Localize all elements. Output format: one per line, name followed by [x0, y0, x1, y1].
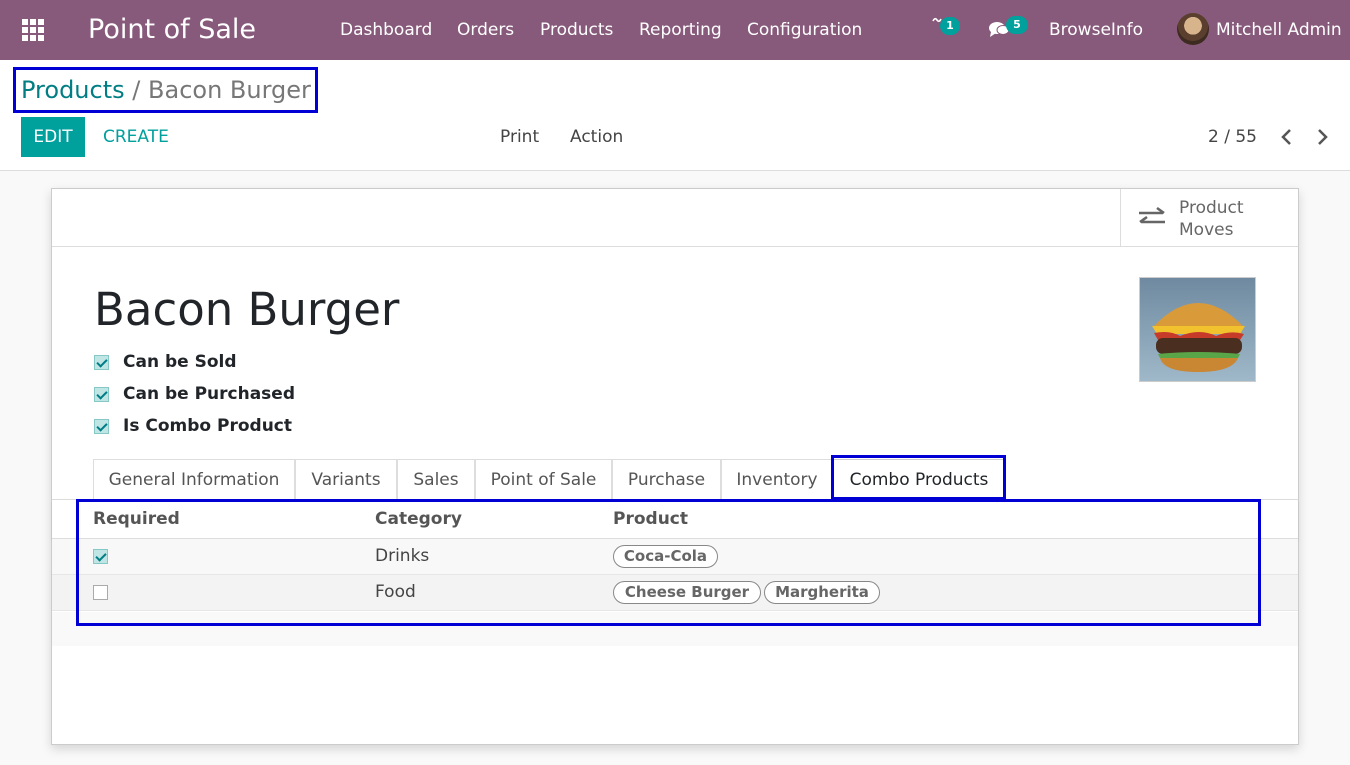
menu-orders[interactable]: Orders — [457, 18, 514, 42]
activity-button[interactable]: 1 — [930, 14, 964, 42]
menu-products[interactable]: Products — [540, 18, 613, 42]
chevron-left-icon[interactable] — [1276, 126, 1298, 148]
menu-dashboard[interactable]: Dashboard — [340, 18, 432, 42]
can-be-purchased-checkbox[interactable] — [94, 387, 109, 402]
is-combo-product-checkbox[interactable] — [94, 419, 109, 434]
product-form-sheet: Product Moves Bacon Burger Can be Sold C… — [51, 188, 1299, 745]
product-moves-line1: Product — [1179, 198, 1244, 218]
breadcrumb-highlight-box — [13, 67, 318, 113]
combo-table-highlight-box — [76, 499, 1261, 626]
create-button[interactable]: CREATE — [103, 117, 169, 157]
chevron-right-icon[interactable] — [1311, 126, 1333, 148]
exchange-icon — [1139, 206, 1165, 224]
tab-variants[interactable]: Variants — [295, 459, 397, 499]
tab-general-information[interactable]: General Information — [93, 459, 295, 499]
button-box: Product Moves — [52, 189, 1298, 247]
action-dropdown[interactable]: Action — [570, 117, 623, 157]
tab-sales[interactable]: Sales — [397, 459, 475, 499]
print-dropdown[interactable]: Print — [500, 117, 539, 157]
can-be-sold-label: Can be Sold — [123, 352, 237, 372]
apps-grid-icon[interactable] — [22, 19, 44, 41]
product-moves-line2: Moves — [1179, 220, 1234, 240]
product-image[interactable] — [1139, 277, 1256, 382]
product-moves-label: Product Moves — [1179, 197, 1244, 241]
menu-reporting[interactable]: Reporting — [639, 18, 722, 42]
user-menu[interactable]: Mitchell Admin — [1216, 18, 1342, 42]
edit-button[interactable]: EDIT — [21, 117, 85, 157]
tab-purchase[interactable]: Purchase — [612, 459, 721, 499]
can-be-purchased-label: Can be Purchased — [123, 384, 296, 404]
tab-point-of-sale[interactable]: Point of Sale — [475, 459, 612, 499]
menu-configuration[interactable]: Configuration — [747, 18, 862, 42]
user-avatar[interactable] — [1177, 13, 1209, 45]
product-name[interactable]: Bacon Burger — [94, 281, 399, 339]
product-moves-button[interactable]: Product Moves — [1120, 189, 1299, 246]
app-title: Point of Sale — [88, 14, 257, 45]
company-switcher[interactable]: BrowseInfo — [1049, 18, 1143, 42]
activity-count-badge: 1 — [940, 17, 960, 35]
tab-inventory[interactable]: Inventory — [721, 459, 833, 499]
is-combo-product-label: Is Combo Product — [123, 416, 292, 436]
control-panel: Products / Bacon Burger EDIT CREATE Prin… — [0, 60, 1350, 171]
messages-button[interactable]: 5 — [988, 14, 1032, 42]
main-navbar: Point of Sale Dashboard Orders Products … — [0, 0, 1350, 60]
message-count-badge: 5 — [1006, 16, 1028, 34]
combo-tab-highlight-box — [831, 455, 1006, 500]
can-be-sold-checkbox[interactable] — [94, 355, 109, 370]
pager-value[interactable]: 2 / 55 — [1208, 117, 1257, 157]
